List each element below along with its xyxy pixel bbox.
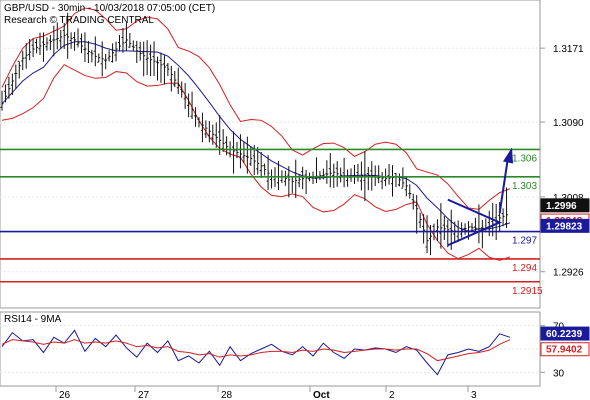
main-y-axis: 1.31711.30901.30081.2926 xyxy=(540,44,584,279)
level-label: 1.2915 xyxy=(512,286,543,297)
x-tick-label: 27 xyxy=(138,390,150,400)
main-price-tags: 1.29961.298481.29823 xyxy=(540,198,590,233)
x-tick-label: 26 xyxy=(59,390,71,400)
rsi-tag-label: 57.9402 xyxy=(546,345,583,356)
y-tick-label: 1.3090 xyxy=(553,118,584,129)
price-tag-label: 1.2996 xyxy=(546,201,577,212)
x-tick-label: 3 xyxy=(471,390,477,400)
rsi-price-tags: 60.2239 57.9402 xyxy=(540,326,590,357)
chart-svg: 1.306 1.303 1.297 1.294 1.2915 1.3171 1.3090 1… xyxy=(0,0,590,400)
rsi-panel-title: RSI14 - 9MA xyxy=(4,314,62,325)
rsi-tag-label: 60.2239 xyxy=(546,329,583,340)
chart-title: GBP/USD - 30min - 10/03/2018 07:05:00 (C… xyxy=(4,3,215,14)
rsi-y-tick-label: 30 xyxy=(553,368,565,379)
x-tick-label: Oct xyxy=(313,390,330,400)
chart-credit: Research © TRADING CENTRAL xyxy=(4,15,154,26)
x-axis: 26 27 28 Oct 2 3 xyxy=(0,385,540,400)
x-tick-label: 28 xyxy=(221,390,233,400)
level-label: 1.303 xyxy=(512,181,537,192)
y-tick-label: 1.2926 xyxy=(553,268,584,279)
y-tick-label: 1.3171 xyxy=(553,44,584,55)
x-tick-label: 2 xyxy=(389,390,395,400)
price-tag-label: 1.29823 xyxy=(546,221,583,232)
level-label: 1.294 xyxy=(512,263,537,274)
level-label: 1.297 xyxy=(512,236,537,247)
level-label: 1.306 xyxy=(512,153,537,164)
